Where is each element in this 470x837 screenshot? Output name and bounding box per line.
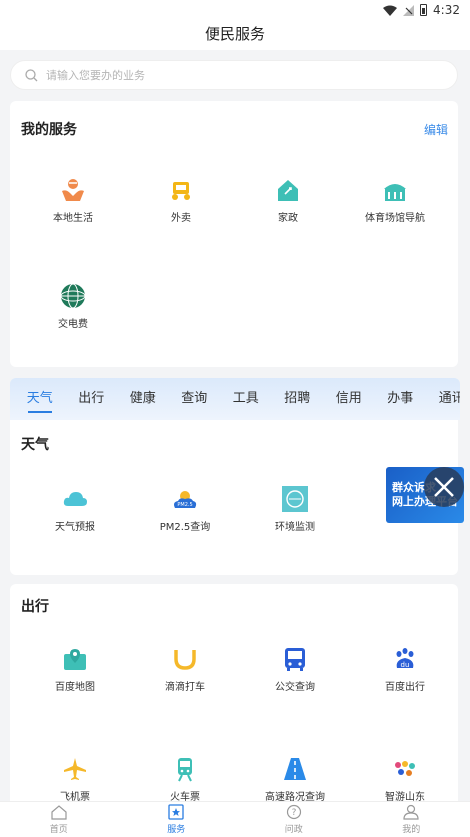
bottom-tab-bar: 首页 服务 ? 问政 我的 (0, 801, 470, 837)
service-label: 体育场馆导航 (365, 213, 425, 224)
svg-text:du: du (401, 661, 410, 669)
svg-text:PM2.5: PM2.5 (177, 502, 192, 508)
map-icon (64, 649, 86, 670)
takeout-icon (172, 182, 190, 200)
service-label: 滴滴打车 (165, 682, 205, 693)
weather-title: 天气 (21, 437, 49, 453)
train-icon (178, 758, 192, 782)
service-environment[interactable]: 环境监测 (240, 486, 350, 533)
tab-health[interactable]: 健康 (117, 379, 169, 419)
service-pm25[interactable]: PM2.5 PM2.5查询 (130, 486, 240, 533)
service-label: 百度地图 (55, 682, 95, 693)
service-electric-bill[interactable]: 交电费 (18, 283, 128, 330)
signal-icon (403, 4, 415, 16)
tabbar-mine[interactable]: 我的 (371, 804, 451, 835)
service-baidu-map[interactable]: 百度地图 (20, 646, 130, 693)
service-weather-forecast[interactable]: 天气预报 (20, 486, 130, 533)
user-icon (403, 804, 419, 820)
travel-card: 出行 百度地图 滴滴打车 公交查询 du 百度出行 飞机票 火车票 高速路况查询… (10, 584, 458, 814)
category-tabs: 天气 出行 健康 查询 工具 招聘 信用 办事 通讯 (10, 378, 460, 420)
tabbar-service[interactable]: 服务 (136, 804, 216, 835)
tab-credit[interactable]: 信用 (323, 379, 375, 419)
tab-weather[interactable]: 天气 (14, 379, 66, 419)
close-icon (434, 477, 454, 497)
tab-tools[interactable]: 工具 (220, 379, 272, 419)
service-label: 外卖 (171, 213, 191, 224)
tab-travel[interactable]: 出行 (66, 379, 118, 419)
service-icon (168, 804, 184, 820)
travel-title: 出行 (21, 599, 49, 615)
service-highway[interactable]: 高速路况查询 (240, 756, 350, 803)
service-baidu-travel[interactable]: du 百度出行 (350, 646, 460, 693)
tab-communication[interactable]: 通讯 (426, 379, 460, 419)
service-shandong-tour[interactable]: 智游山东 (350, 756, 460, 803)
status-time: 4:32 (433, 3, 460, 17)
didi-icon (174, 650, 196, 670)
status-bar: 4:32 (0, 0, 470, 20)
question-icon: ? (286, 804, 301, 820)
tab-query[interactable]: 查询 (169, 379, 221, 419)
service-flight[interactable]: 飞机票 (20, 756, 130, 803)
stadium-icon (384, 184, 406, 201)
home-icon (51, 805, 67, 820)
local-life-icon (62, 179, 84, 201)
cloud-icon (63, 492, 87, 506)
housekeeping-icon (278, 180, 298, 201)
electric-bill-icon (60, 283, 86, 309)
svg-text:?: ? (291, 808, 296, 818)
service-takeout[interactable]: 外卖 (126, 177, 236, 224)
service-label: 天气预报 (55, 522, 95, 533)
environment-icon (282, 486, 308, 512)
tabbar-home[interactable]: 首页 (19, 804, 99, 835)
service-label: 本地生活 (53, 213, 93, 224)
service-train[interactable]: 火车票 (130, 756, 240, 803)
tab-recruit[interactable]: 招聘 (272, 379, 324, 419)
tabbar-label: 问政 (284, 825, 303, 835)
baidu-icon: du (396, 648, 414, 669)
service-didi[interactable]: 滴滴打车 (130, 646, 240, 693)
bus-icon (285, 648, 305, 671)
service-label: 公交查询 (275, 682, 315, 693)
tabbar-label: 服务 (167, 825, 186, 835)
search-icon (25, 68, 38, 81)
plane-icon (64, 758, 86, 780)
search-input[interactable] (46, 68, 426, 82)
tabbar-label: 首页 (49, 825, 68, 835)
shandong-tour-icon (393, 760, 417, 778)
tabbar-inquiry[interactable]: ? 问政 (254, 804, 334, 835)
service-label: 环境监测 (275, 522, 315, 533)
service-label: 交电费 (58, 319, 88, 330)
tab-affairs[interactable]: 办事 (375, 379, 427, 419)
page-title: 便民服务 (0, 20, 470, 50)
service-label: 家政 (278, 213, 298, 224)
service-bus[interactable]: 公交查询 (240, 646, 350, 693)
close-button[interactable] (424, 467, 464, 507)
edit-button[interactable]: 编辑 (424, 121, 448, 138)
pm25-icon: PM2.5 (174, 491, 197, 508)
highway-icon (284, 758, 306, 780)
service-stadium[interactable]: 体育场馆导航 (340, 177, 450, 224)
service-label: 百度出行 (385, 682, 425, 693)
service-label: PM2.5查询 (159, 522, 211, 533)
wifi-icon (383, 5, 398, 16)
service-local-life[interactable]: 本地生活 (18, 177, 128, 224)
battery-icon (420, 4, 428, 16)
my-services-card: 我的服务 编辑 本地生活 外卖 家政 体育场馆导航 交电费 (10, 101, 458, 367)
tabbar-label: 我的 (402, 825, 421, 835)
search-bar[interactable] (10, 60, 458, 90)
service-housekeeping[interactable]: 家政 (233, 177, 343, 224)
my-services-title: 我的服务 (21, 122, 77, 138)
